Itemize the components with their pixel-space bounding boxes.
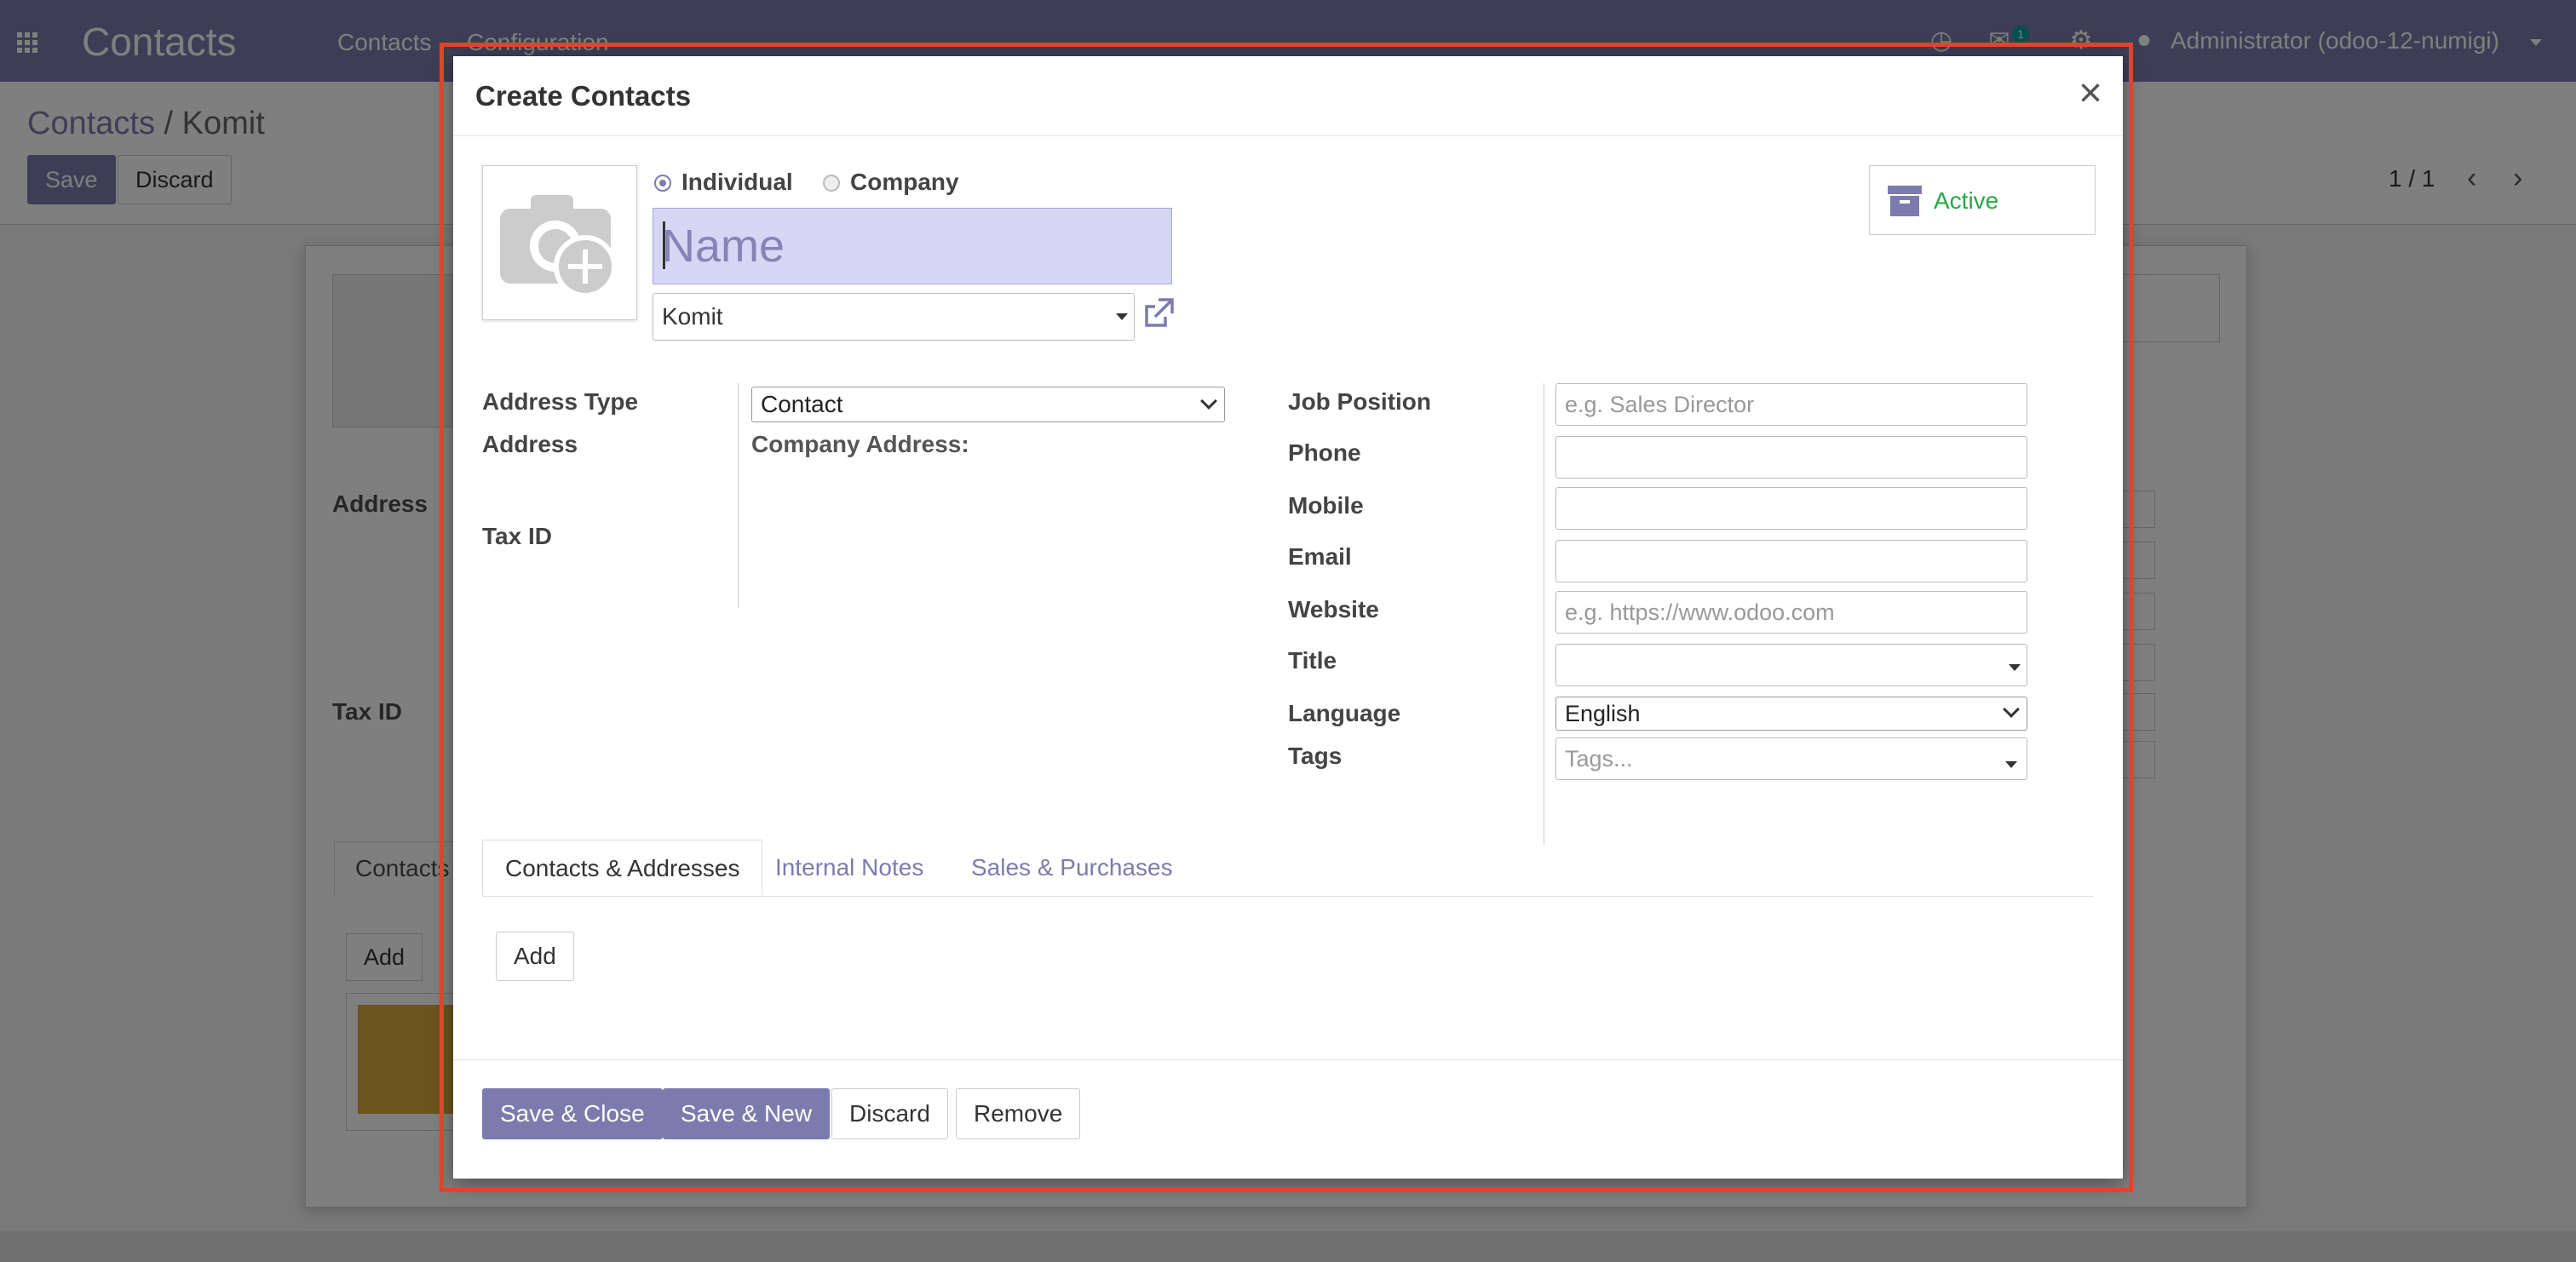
highlight-frame [440, 43, 2133, 1192]
